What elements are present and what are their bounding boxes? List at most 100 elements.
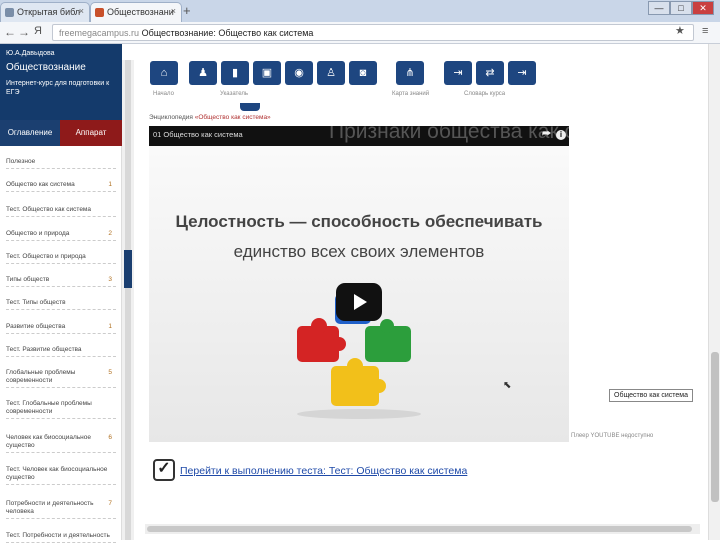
sidebar-item[interactable]: Общество как система 1: [6, 181, 116, 192]
sidebar-item-label: Общество и природа: [6, 230, 70, 237]
sidebar-item[interactable]: Глобальные проблемы современности 5: [6, 369, 116, 388]
index-button[interactable]: ▮: [221, 61, 249, 85]
close-tab-icon[interactable]: ×: [171, 6, 176, 16]
player-note: Плеер YOUTUBE недоступно: [571, 433, 654, 439]
scroll-thumb[interactable]: [711, 352, 719, 502]
sidebar-item[interactable]: Потребности и деятельность человека 7: [6, 500, 116, 519]
favicon-icon: [5, 8, 14, 17]
sidebar-tabs: Оглавление Аппарат: [0, 120, 122, 146]
sidebar-item[interactable]: Тест. Человек как биосоциальное существо: [6, 466, 116, 485]
sidebar-item[interactable]: Полезное: [6, 158, 116, 169]
toolbar-label-home: Начало: [153, 91, 174, 97]
sidebar-item-number: 5: [108, 369, 112, 376]
scroll-thumb[interactable]: [124, 250, 132, 288]
tab-label: Обществознани: [107, 7, 174, 17]
browser-tab-bar: Открытая библ × Обществознани × + — □ ✕: [0, 0, 720, 22]
sidebar-item-label: Потребности и деятельность человека: [6, 500, 94, 515]
slide-heading: Признаки общества как системы: [329, 126, 569, 143]
video-player[interactable]: Целостность — способность обеспечивать е…: [149, 126, 569, 442]
close-tab-icon[interactable]: ×: [79, 6, 84, 16]
knowledge-map-button[interactable]: ⋔: [396, 61, 424, 85]
checkbox-icon[interactable]: ✓: [153, 459, 175, 481]
sidebar-item-number: 7: [108, 500, 112, 507]
sidebar-item[interactable]: Тест. Общество и природа: [6, 253, 116, 264]
person-button[interactable]: ♙: [317, 61, 345, 85]
scroll-track: [125, 60, 131, 540]
sidebar-item-label: Тест. Человек как биосоциальное существо: [6, 466, 108, 481]
sidebar-item[interactable]: Тест. Развитие общества: [6, 346, 116, 357]
close-window-button[interactable]: ✕: [692, 1, 714, 15]
sidebar-item-number: 1: [108, 323, 112, 330]
course-toolbar: ⌂ ♟ ▮ ▣ ◉ ♙ ◙ ⋔ ⇥ ⇄ ⇥ Начало Указатель К…: [134, 55, 704, 100]
page-scrollbar[interactable]: [708, 44, 720, 540]
sidebar-item-label: Развитие общества: [6, 323, 66, 330]
sidebar-scrollbar[interactable]: [122, 60, 134, 540]
scroll-thumb[interactable]: [147, 526, 692, 532]
globe-button[interactable]: ◉: [285, 61, 313, 85]
reload-icon[interactable]: Я: [34, 25, 42, 37]
puzzle-green-piece: [365, 319, 411, 362]
maximize-button[interactable]: □: [670, 1, 692, 15]
breadcrumb-link[interactable]: «Общество как система»: [195, 114, 271, 121]
sidebar-item[interactable]: Тест. Общество как система: [6, 206, 116, 217]
share-icon[interactable]: ⮫: [542, 129, 551, 140]
course-description: Интернет-курс для подготовки к ЕГЭ: [6, 80, 110, 96]
favicon-icon: [95, 8, 104, 17]
sidebar-item[interactable]: Типы обществ 3: [6, 276, 116, 287]
sidebar-item-label: Тест. Потребности и деятельность: [6, 532, 110, 539]
tab-apparatus[interactable]: Аппарат: [60, 120, 122, 146]
puzzle-red-piece: [297, 318, 346, 362]
case-button[interactable]: ▣: [253, 61, 281, 85]
tab-open-library[interactable]: Открытая библ ×: [0, 2, 90, 22]
dictionary-button-1[interactable]: ⇥: [444, 61, 472, 85]
puzzle-yellow-piece: [331, 358, 386, 406]
slide-text-line2: единство всех своих элементов: [233, 242, 485, 261]
toolbar-notch: [240, 103, 260, 111]
url-host: freemegacampus.ru: [59, 28, 140, 38]
forward-icon[interactable]: →: [18, 25, 30, 39]
sidebar-item-label: Тест. Общество и природа: [6, 253, 86, 260]
sidebar-item[interactable]: Общество и природа 2: [6, 230, 116, 241]
horizontal-scrollbar[interactable]: [145, 524, 700, 534]
mouse-cursor-icon: ⬉: [503, 380, 512, 391]
sidebar-item-label: Человек как биосоциальное существо: [6, 434, 91, 449]
slide-text-line1: Целостность — способность обеспечивать: [175, 212, 543, 231]
sidebar-item-label: Общество как система: [6, 181, 75, 188]
users-button[interactable]: ♟: [189, 61, 217, 85]
sidebar-header: Ю.А.Давыдова Обществознание Интернет-кур…: [0, 44, 122, 120]
play-button[interactable]: [336, 283, 382, 321]
home-button[interactable]: ⌂: [150, 61, 178, 85]
url-input[interactable]: freemegacampus.ru Обществознание: Общест…: [52, 24, 694, 41]
dictionary-button-2[interactable]: ⇄: [476, 61, 504, 85]
minimize-button[interactable]: —: [648, 1, 670, 15]
dictionary-button-3[interactable]: ⇥: [508, 61, 536, 85]
sidebar-item[interactable]: Тест. Типы обществ: [6, 299, 116, 310]
back-icon[interactable]: ←: [4, 25, 16, 39]
sidebar-item-label: Тест. Общество как система: [6, 206, 92, 213]
sidebar-item[interactable]: Человек как биосоциальное существо 6: [6, 434, 116, 453]
video-title-bar: Признаки общества как системы 01 Обществ…: [149, 126, 569, 146]
sidebar-item-label: Тест. Глобальные проблемы современности: [6, 400, 92, 415]
browser-menu-icon[interactable]: ≡: [702, 25, 708, 37]
toolbar-label-dictionary: Словарь курса: [464, 91, 506, 97]
sidebar-item-number: 6: [108, 434, 112, 441]
info-icon[interactable]: i: [556, 130, 566, 140]
go-to-test-link[interactable]: Перейти к выполнению теста: Тест: Общест…: [180, 465, 467, 477]
sidebar-item[interactable]: Тест. Потребности и деятельность: [6, 532, 116, 543]
sidebar-item-label: Типы обществ: [6, 276, 50, 283]
camera-button[interactable]: ◙: [349, 61, 377, 85]
breadcrumb: Энциклопедия «Общество как система»: [149, 114, 271, 121]
course-title: Обществознание: [6, 62, 86, 73]
new-tab-button[interactable]: +: [183, 3, 191, 18]
sidebar-item[interactable]: Развитие общества 1: [6, 323, 116, 334]
address-bar-row: ← → Я freemegacampus.ru Обществознание: …: [0, 22, 720, 44]
sidebar-item-number: 3: [108, 276, 112, 283]
tooltip: Общество как система: [609, 389, 693, 402]
tab-social-science[interactable]: Обществознани ×: [90, 2, 182, 22]
bookmark-star-icon[interactable]: ★: [675, 24, 685, 37]
sidebar-item-number: 1: [108, 181, 112, 188]
video-title[interactable]: 01 Общество как система: [153, 130, 243, 139]
tab-contents[interactable]: Оглавление: [0, 120, 60, 146]
url-path: Обществознание: Общество как система: [141, 28, 314, 38]
sidebar-item[interactable]: Тест. Глобальные проблемы современности: [6, 400, 116, 419]
